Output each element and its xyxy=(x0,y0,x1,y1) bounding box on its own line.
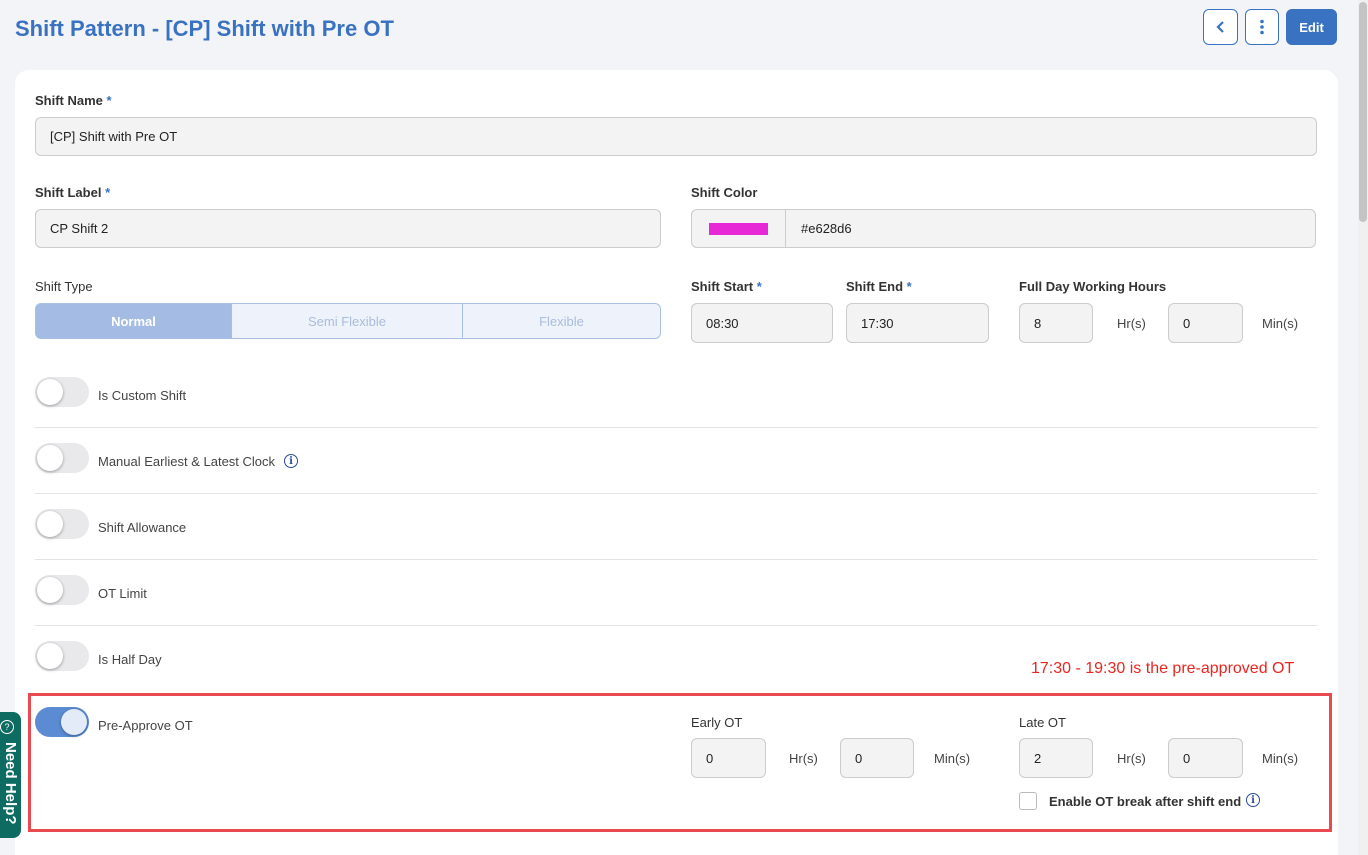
shift-end-input[interactable]: 17:30 xyxy=(846,303,989,343)
shift-start-label: Shift Start * xyxy=(691,279,762,294)
divider xyxy=(35,559,1317,560)
minutes-unit: Min(s) xyxy=(1262,316,1299,331)
scrollbar-thumb[interactable] xyxy=(1359,2,1367,222)
shift-label-label: Shift Label * xyxy=(35,185,111,200)
back-button[interactable] xyxy=(1203,9,1238,45)
shift-type-label: Shift Type xyxy=(35,279,93,294)
divider xyxy=(35,427,1317,428)
shift-type-normal[interactable]: Normal xyxy=(35,303,232,339)
custom-shift-label: Is Custom Shift xyxy=(98,388,187,403)
edit-button[interactable]: Edit xyxy=(1286,9,1337,45)
manual-clock-toggle[interactable] xyxy=(35,443,89,473)
half-day-label: Is Half Day xyxy=(98,652,162,667)
shift-allowance-label: Shift Allowance xyxy=(98,520,187,535)
shift-allowance-toggle[interactable] xyxy=(35,509,89,539)
ot-limit-label: OT Limit xyxy=(98,586,147,601)
shift-name-input[interactable]: [CP] Shift with Pre OT xyxy=(35,117,1317,156)
color-swatch[interactable] xyxy=(709,223,768,235)
shift-label-input[interactable]: CP Shift 2 xyxy=(35,209,661,248)
color-divider xyxy=(785,210,786,248)
page-title: Shift Pattern - [CP] Shift with Pre OT xyxy=(15,16,394,41)
info-icon[interactable]: i xyxy=(284,454,298,468)
vertical-dots-icon xyxy=(1260,19,1264,35)
shift-color-label: Shift Color xyxy=(691,185,758,200)
divider xyxy=(35,493,1317,494)
chevron-left-icon xyxy=(1215,21,1224,33)
full-day-hours-input[interactable]: 8 xyxy=(1019,303,1093,343)
full-day-hours-label: Full Day Working Hours xyxy=(1019,279,1167,294)
half-day-toggle[interactable] xyxy=(35,641,89,671)
shift-end-label: Shift End * xyxy=(846,279,912,294)
annotation-note: 17:30 - 19:30 is the pre-approved OT xyxy=(1031,660,1295,677)
hours-unit: Hr(s) xyxy=(1117,316,1146,331)
annotation-highlight-box xyxy=(28,693,1332,832)
help-icon: ? xyxy=(0,720,14,734)
shift-name-label: Shift Name * xyxy=(35,93,112,108)
divider xyxy=(35,625,1317,626)
custom-shift-toggle[interactable] xyxy=(35,377,89,407)
manual-clock-label: Manual Earliest & Latest Clock xyxy=(98,454,276,469)
ot-limit-toggle[interactable] xyxy=(35,575,89,605)
shift-type-semi-flexible[interactable]: Semi Flexible xyxy=(231,303,463,339)
more-options-button[interactable] xyxy=(1245,9,1279,45)
shift-type-flexible[interactable]: Flexible xyxy=(462,303,661,339)
shift-start-input[interactable]: 08:30 xyxy=(691,303,833,343)
need-help-label: Need Help? xyxy=(2,742,19,825)
full-day-minutes-input[interactable]: 0 xyxy=(1168,303,1243,343)
